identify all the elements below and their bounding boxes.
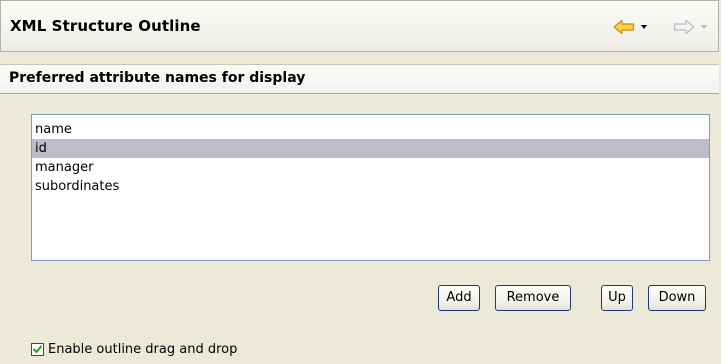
forward-dropdown-icon[interactable] [701,25,707,29]
back-arrow-icon[interactable] [613,19,635,35]
list-item-name[interactable]: name [32,120,709,139]
checkmark-icon [33,345,42,353]
add-button[interactable]: Add [438,285,480,311]
remove-button[interactable]: Remove [495,285,571,311]
up-button[interactable]: Up [601,285,633,311]
forward-nav[interactable] [673,17,707,37]
view-title-bar: XML Structure Outline [0,0,719,52]
section-header: Preferred attribute names for display [0,64,719,94]
list-item-subordinates[interactable]: subordinates [32,177,709,196]
back-nav[interactable] [613,17,647,37]
forward-arrow-icon[interactable] [673,19,695,35]
drag-drop-option[interactable]: Enable outline drag and drop [31,341,237,358]
drag-drop-checkbox[interactable] [31,343,44,356]
section-title: Preferred attribute names for display [9,70,306,86]
back-dropdown-icon[interactable] [641,25,647,29]
list-item-manager[interactable]: manager [32,158,709,177]
drag-drop-label[interactable]: Enable outline drag and drop [48,342,237,357]
down-button[interactable]: Down [648,285,706,311]
view-title: XML Structure Outline [10,17,201,35]
list-item-id[interactable]: id [32,139,709,158]
attribute-list[interactable]: name id manager subordinates [31,114,710,261]
